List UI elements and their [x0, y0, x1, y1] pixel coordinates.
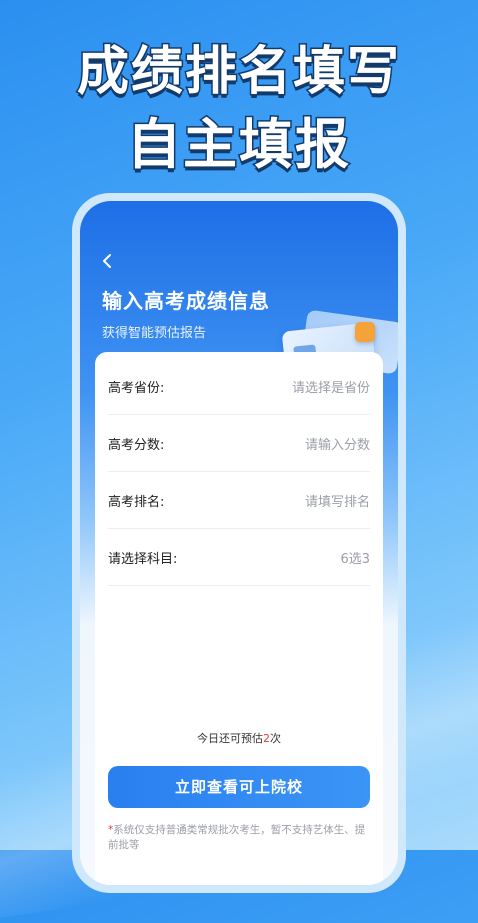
- quota-count: 2: [263, 732, 270, 745]
- province-placeholder: 请选择是省份: [291, 380, 370, 396]
- quota-suffix: 次: [270, 732, 281, 745]
- subject-placeholder: 6选3: [340, 551, 370, 567]
- subject-label: 请选择科目:: [108, 551, 178, 567]
- promo-headline-line2: 自主填报: [126, 112, 351, 178]
- card-illustration-badge: [355, 322, 375, 342]
- chevron-left-icon: [103, 254, 111, 268]
- eligibility-notice: *系统仅支持普通类常规批次考生，暂不支持艺体生、提前批等: [108, 823, 372, 853]
- score-field[interactable]: 高考分数: 请输入分数: [108, 415, 370, 472]
- phone-frame: 输入高考成绩信息 获得智能预估报告 高考省份: 请选择是省份 高考分数: 请输入…: [72, 193, 406, 893]
- province-label: 高考省份:: [108, 380, 165, 396]
- rank-field[interactable]: 高考排名: 请填写排名: [108, 472, 370, 529]
- province-field[interactable]: 高考省份: 请选择是省份: [108, 358, 370, 415]
- quota-prefix: 今日还可预估: [197, 732, 263, 745]
- promo-headline-line1: 成绩排名填写: [75, 41, 401, 104]
- score-placeholder: 请输入分数: [304, 437, 370, 453]
- notice-text: 系统仅支持普通类常规批次考生，暂不支持艺体生、提前批等: [108, 824, 366, 851]
- subject-field[interactable]: 请选择科目: 6选3: [108, 529, 370, 586]
- score-label: 高考分数:: [108, 437, 165, 453]
- rank-placeholder: 请填写排名: [304, 494, 370, 510]
- back-button[interactable]: [98, 251, 118, 271]
- page-subtitle: 获得智能预估报告: [102, 326, 207, 341]
- rank-label: 高考排名:: [108, 494, 165, 510]
- remaining-estimates-text: 今日还可预估2次: [80, 730, 398, 746]
- page-title: 输入高考成绩信息: [102, 289, 270, 313]
- app-screen: 输入高考成绩信息 获得智能预估报告 高考省份: 请选择是省份 高考分数: 请输入…: [80, 201, 398, 885]
- view-colleges-button[interactable]: 立即查看可上院校: [108, 766, 370, 808]
